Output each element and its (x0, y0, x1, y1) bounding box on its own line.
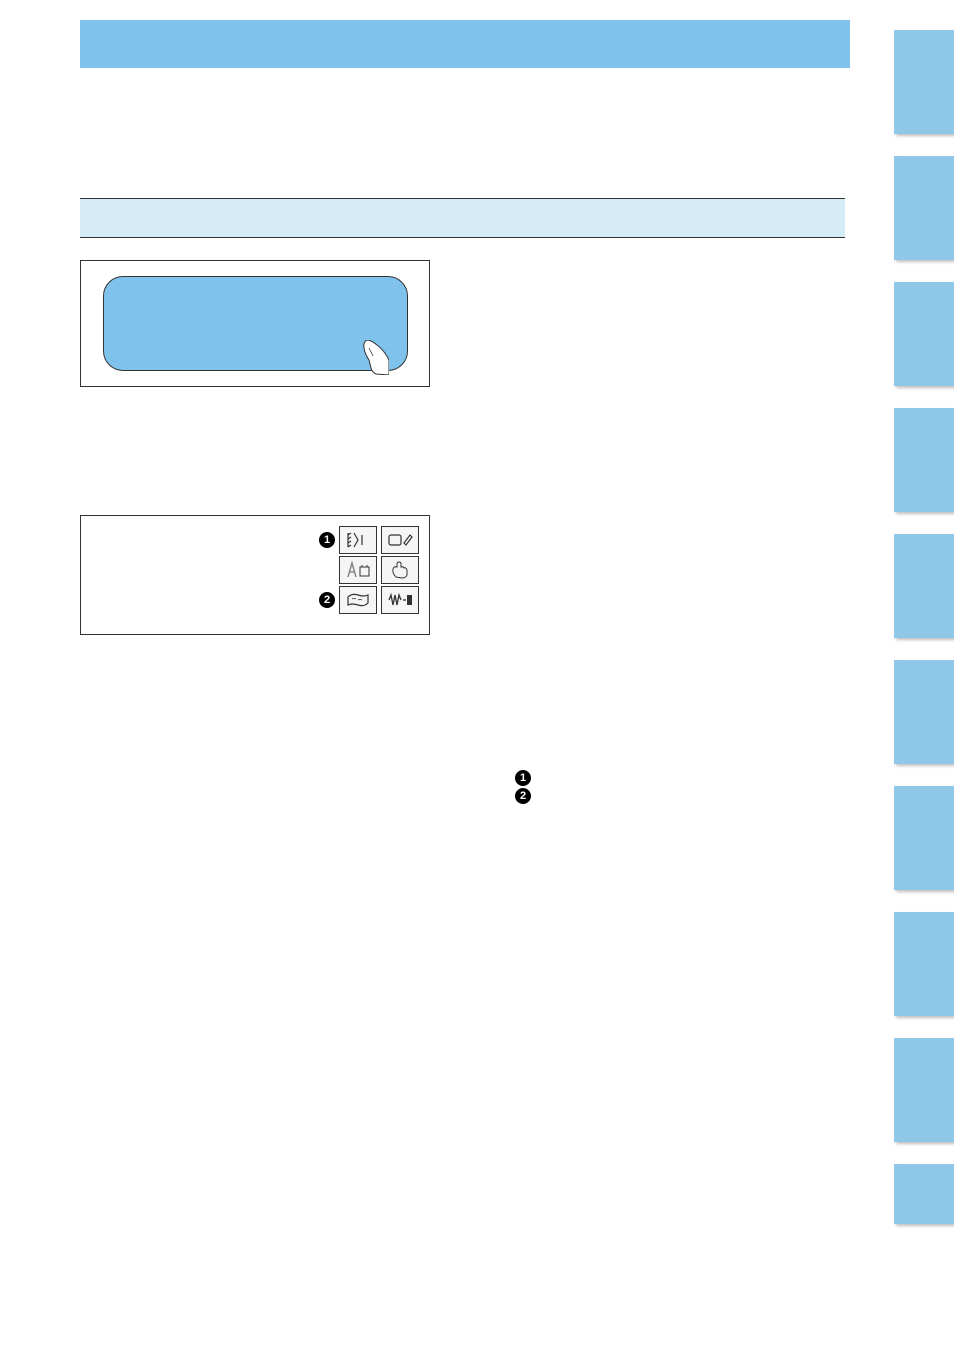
fabric-layer-icon[interactable] (339, 586, 377, 614)
side-tab-5[interactable] (894, 534, 954, 638)
side-tab-3[interactable] (894, 282, 954, 386)
side-tab-8[interactable] (894, 912, 954, 1016)
side-tab-6[interactable] (894, 660, 954, 764)
side-tab-10[interactable] (894, 1164, 954, 1224)
display-screen (103, 276, 408, 371)
finger-pointer-icon (359, 340, 389, 375)
callout-item-2: 2 (515, 788, 537, 804)
stitch-pattern-icon[interactable] (339, 526, 377, 554)
icon-row-2 (319, 556, 419, 584)
edit-draw-icon[interactable] (381, 526, 419, 554)
side-tab-7[interactable] (894, 786, 954, 890)
callout-num-1: 1 (515, 770, 531, 786)
hand-select-icon[interactable] (381, 556, 419, 584)
wave-stitch-icon[interactable] (381, 586, 419, 614)
side-tab-4[interactable] (894, 408, 954, 512)
callout-marker-2: 2 (319, 592, 335, 608)
figure-icon-menu: 1 2 (80, 515, 430, 635)
figure-touch-screen (80, 260, 430, 387)
side-tab-2[interactable] (894, 156, 954, 260)
icon-row-3: 2 (319, 586, 419, 614)
section-tabs (894, 30, 954, 1224)
callout-legend: 1 2 (515, 770, 537, 806)
side-tab-9[interactable] (894, 1038, 954, 1142)
text-font-icon[interactable] (339, 556, 377, 584)
callout-item-1: 1 (515, 770, 537, 786)
side-tab-1[interactable] (894, 30, 954, 134)
callout-marker-1: 1 (319, 532, 335, 548)
icon-row-1: 1 (319, 526, 419, 554)
header-banner (80, 20, 850, 68)
section-banner (80, 198, 845, 238)
callout-num-2: 2 (515, 788, 531, 804)
